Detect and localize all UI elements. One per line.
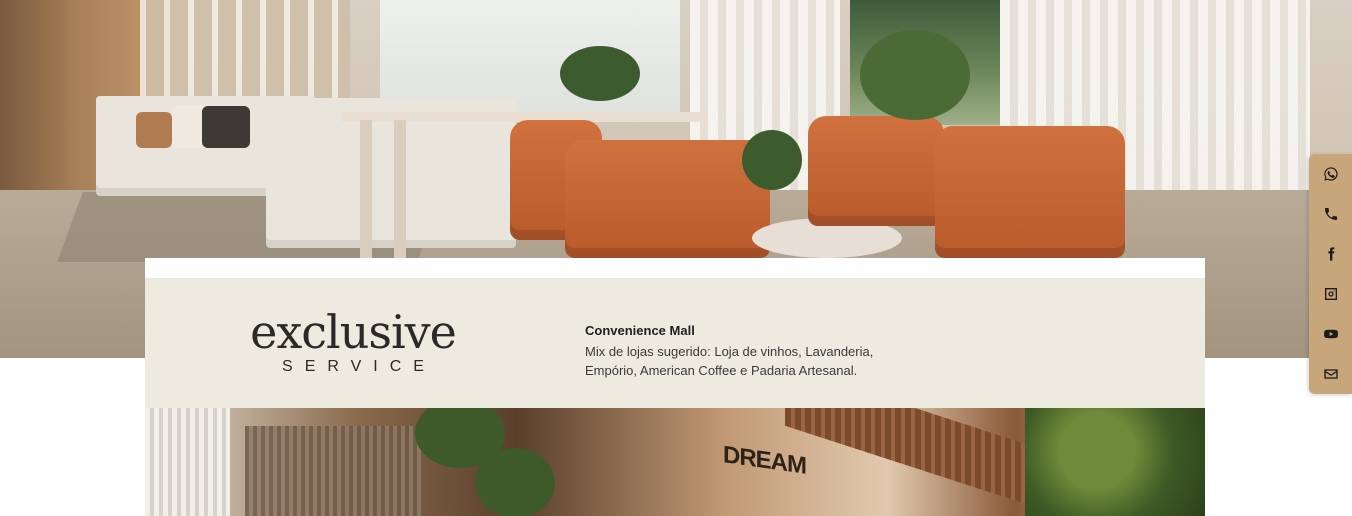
youtube-link[interactable] (1309, 314, 1352, 354)
plant (860, 30, 970, 120)
phone-icon (1324, 208, 1337, 220)
info-text: Convenience Mall Mix de lojas sugerido: … (585, 322, 905, 380)
facebook-link[interactable] (1309, 234, 1352, 274)
info-description: Mix de lojas sugerido: Loja de vinhos, L… (585, 344, 874, 378)
whatsapp-icon (1323, 167, 1338, 181)
info-card: exclusive SERVICE Convenience Mall Mix d… (145, 278, 1205, 408)
armchair (935, 126, 1125, 258)
pillar (145, 408, 230, 516)
armchair (808, 116, 944, 226)
plant (560, 46, 640, 101)
armchair (565, 140, 770, 258)
instagram-link[interactable] (1309, 274, 1352, 314)
table-leg (394, 120, 406, 260)
card-top-strip (145, 258, 1205, 278)
phone-link[interactable] (1309, 194, 1352, 234)
plant (742, 130, 802, 190)
cushion (202, 106, 250, 148)
logo-subtitle: SERVICE (282, 358, 436, 375)
email-link[interactable] (1309, 354, 1352, 394)
store-sign: DREAM (723, 441, 806, 480)
social-sidebar (1309, 154, 1352, 394)
shelving-slats (140, 0, 350, 110)
facebook-icon (1327, 247, 1334, 261)
info-title: Convenience Mall (585, 323, 695, 338)
instagram-icon (1324, 288, 1337, 300)
glass-facade (245, 426, 425, 516)
email-icon (1323, 369, 1338, 379)
roof-slats (785, 408, 1045, 511)
whatsapp-link[interactable] (1309, 154, 1352, 194)
trees (1025, 408, 1205, 516)
youtube-icon (1323, 329, 1338, 339)
table-leg (360, 120, 372, 260)
greenery (475, 448, 555, 516)
logo-wordmark: exclusive (250, 305, 457, 359)
storefront-image: DREAM (145, 408, 1205, 516)
cushion (136, 112, 172, 148)
exclusive-service-logo: exclusive SERVICE (245, 306, 461, 380)
